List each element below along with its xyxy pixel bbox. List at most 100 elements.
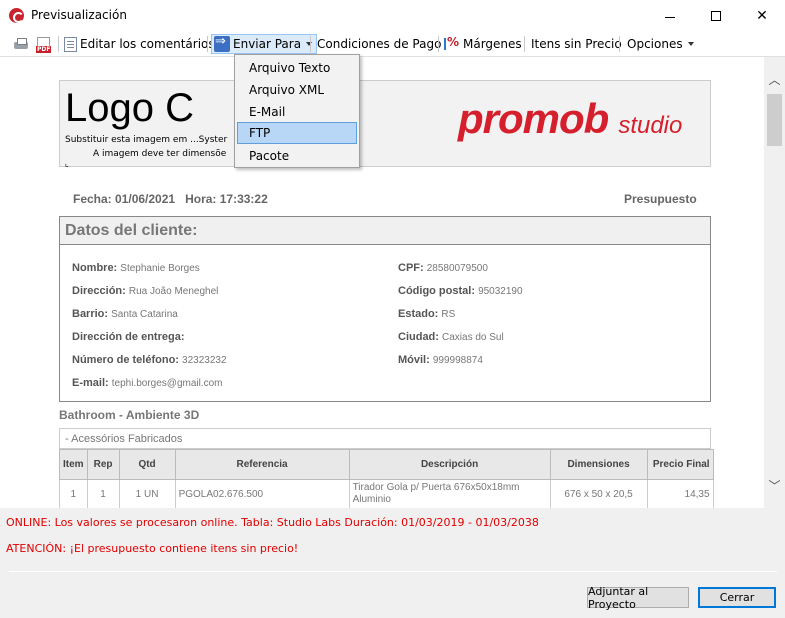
- client-address-field: Dirección: Rua João Meneghel: [72, 285, 218, 297]
- menu-item-xml-file[interactable]: Arquivo XML: [237, 79, 357, 101]
- toolbar-separator: [524, 36, 525, 52]
- field-value: 95032190: [478, 286, 523, 297]
- payment-terms-label: Condiciones de Pago: [317, 37, 442, 51]
- column-header: Qtd: [118, 449, 176, 480]
- send-to-dropdown[interactable]: Enviar Para: [211, 34, 318, 54]
- brand-logo: promob studio: [458, 95, 682, 145]
- group-header: - Acessórios Fabricados: [59, 428, 711, 449]
- items-table: Item Rep Qtd Referencia Descripción Dime…: [59, 449, 714, 508]
- toolbar-separator: [58, 36, 59, 52]
- field-label: Móvil:: [398, 354, 430, 366]
- document-type: Presupuesto: [624, 192, 697, 206]
- client-postal-field: Código postal: 95032190: [398, 285, 523, 297]
- brand-main: promob: [458, 95, 609, 142]
- minimize-icon: [665, 17, 675, 18]
- scroll-down-icon[interactable]: ﹀: [764, 477, 785, 494]
- maximize-icon: [711, 10, 721, 21]
- logo-hint: A imagem deve ter dimensõe: [93, 149, 227, 159]
- field-label: Dirección de entrega:: [72, 331, 185, 343]
- client-data-box: Datos del cliente: Nombre: Stephanie Bor…: [59, 216, 711, 402]
- online-status-message: ONLINE: Los valores se procesaron online…: [6, 516, 539, 529]
- app-icon: [9, 8, 24, 23]
- scroll-up-icon[interactable]: ︿: [764, 71, 785, 88]
- payment-terms-button[interactable]: Condiciones de Pago: [317, 34, 441, 54]
- edit-comments-label: Editar los comentários: [80, 37, 215, 51]
- warning-message: ATENCIÓN: ¡El presupuesto contiene itens…: [6, 542, 299, 555]
- field-value: 28580079500: [426, 263, 488, 274]
- table-cell: 1 UN: [118, 479, 176, 508]
- menu-item-text-file[interactable]: Arquivo Texto: [237, 57, 357, 79]
- margins-label: Márgenes: [463, 37, 522, 51]
- field-value: Stephanie Borges: [120, 263, 200, 274]
- menu-item-ftp[interactable]: FTP: [237, 122, 357, 144]
- field-label: Código postal:: [398, 285, 475, 297]
- field-value: tephi.borges@gmail.com: [111, 378, 223, 389]
- toolbar-separator: [438, 36, 439, 52]
- print-button[interactable]: [13, 34, 32, 54]
- table-header-row: Item Rep Qtd Referencia Descripción Dime…: [59, 449, 714, 480]
- chevron-down-icon: [687, 42, 694, 46]
- field-value: 999998874: [432, 355, 483, 366]
- client-city-field: Ciudad: Caxias do Sul: [398, 331, 504, 343]
- maximize-button[interactable]: [693, 0, 739, 31]
- field-label: Nombre:: [72, 262, 118, 274]
- field-label: Estado:: [398, 308, 439, 320]
- table-cell: 1: [86, 479, 120, 508]
- field-label: CPF:: [398, 262, 424, 274]
- menu-item-email[interactable]: E-Mail: [237, 101, 357, 123]
- column-header: Item: [59, 449, 88, 480]
- field-label: Dirección:: [72, 285, 126, 297]
- items-no-price-button[interactable]: Itens sin Precio: [531, 34, 622, 54]
- table-cell: PGOLA02.676.500: [174, 479, 350, 508]
- field-value: Santa Catarina: [111, 309, 178, 320]
- column-header: Descripción: [348, 449, 551, 480]
- client-name-field: Nombre: Stephanie Borges: [72, 262, 200, 274]
- logo-hint: Substituir esta imagem em ...Syster: [65, 135, 228, 145]
- printer-icon: [13, 36, 29, 52]
- document-header: Logo C Substituir esta imagem em ...Syst…: [59, 80, 711, 168]
- client-section-title: Datos del cliente:: [60, 217, 710, 245]
- percent-icon: [444, 35, 460, 52]
- document-date: Fecha: 01/06/2021 Hora: 17:33:22: [73, 192, 268, 206]
- close-icon: ✕: [756, 7, 768, 24]
- logo-corner-mark: ⌞: [65, 159, 69, 168]
- brand-sub: studio: [618, 112, 683, 139]
- footer-divider: [9, 571, 777, 572]
- margins-button[interactable]: Márgenes: [444, 34, 522, 54]
- options-dropdown[interactable]: Opciones: [627, 34, 694, 54]
- send-to-label: Enviar Para: [233, 37, 302, 51]
- minimize-button[interactable]: [647, 0, 693, 31]
- scrollbar-thumb[interactable]: [767, 94, 782, 146]
- table-cell: 676 x 50 x 20,5: [549, 479, 648, 508]
- client-cpf-field: CPF: 28580079500: [398, 262, 488, 274]
- field-value: Caxias do Sul: [442, 332, 504, 343]
- client-email-field: E-mail: tephi.borges@gmail.com: [72, 377, 223, 389]
- client-delivery-field: Dirección de entrega:: [72, 331, 184, 343]
- toolbar: Editar los comentários Enviar Para Condi…: [0, 31, 785, 57]
- client-phone-field: Número de teléfono: 32323232: [72, 354, 227, 366]
- field-value: Rua João Meneghel: [128, 286, 219, 297]
- menu-item-package[interactable]: Pacote: [237, 145, 357, 167]
- window-title: Previsualización: [31, 8, 127, 22]
- send-icon: [214, 34, 230, 52]
- toolbar-separator: [619, 36, 620, 52]
- preview-area[interactable]: Logo C Substituir esta imagem em ...Syst…: [0, 57, 785, 508]
- table-row: 1 1 1 UN PGOLA02.676.500 Tirador Gola p/…: [59, 479, 714, 508]
- field-label: Barrio:: [72, 308, 109, 320]
- close-window-button[interactable]: ✕: [739, 0, 785, 31]
- table-cell: 1: [59, 479, 88, 508]
- client-mobile-field: Móvil: 999998874: [398, 354, 483, 366]
- pdf-icon: [36, 36, 52, 53]
- edit-comments-button[interactable]: Editar los comentários: [64, 34, 215, 54]
- toolbar-separator: [207, 36, 208, 52]
- pdf-button[interactable]: [36, 34, 53, 54]
- vertical-scrollbar[interactable]: ︿ ﹀: [764, 57, 785, 508]
- field-value: RS: [441, 309, 456, 320]
- column-header: Rep: [86, 449, 120, 480]
- close-button[interactable]: Cerrar: [698, 587, 776, 608]
- items-no-price-label: Itens sin Precio: [531, 37, 622, 51]
- attach-to-project-button[interactable]: Adjuntar al Proyecto: [587, 585, 689, 611]
- field-label: E-mail:: [72, 377, 109, 389]
- title-bar: Previsualización ✕: [0, 0, 785, 31]
- edit-document-icon: [64, 36, 77, 52]
